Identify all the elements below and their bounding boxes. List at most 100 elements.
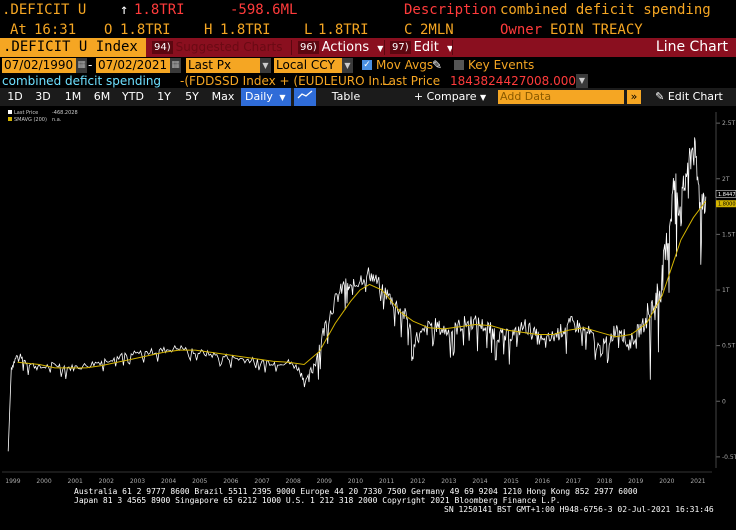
compare-button[interactable]: + Compare ▼ <box>410 88 490 106</box>
x-tick-label: 2020 <box>659 478 674 485</box>
last-price-tag: 1.8447 <box>718 192 736 198</box>
legend-series-value: -468.2028 <box>52 110 78 116</box>
line-style-button[interactable] <box>294 88 316 106</box>
last-price-label: Last Price <box>382 74 441 88</box>
close-value: 2MLN <box>420 22 454 38</box>
price-chart[interactable]: Last Price -468.2028 SMAVG (200) n.a. 1999 2… <box>0 106 736 486</box>
x-tick-label: 2019 <box>628 478 643 485</box>
period-1y-button[interactable]: 1Y <box>153 88 175 106</box>
edit-menu-button[interactable]: 97) Edit ▼ <box>386 38 453 57</box>
chart-type-title: Line Chart <box>655 39 728 55</box>
high-value: 1.8TRI <box>220 22 271 38</box>
y-tick-label: 1.5T <box>722 231 736 238</box>
quote-header: .DEFICIT U ↑ 1.8TRI -598.6ML Description… <box>0 0 736 21</box>
table-button[interactable]: Table <box>324 88 368 106</box>
chart-canvas[interactable]: Last Price -468.2028 SMAVG (200) n.a. 1999 2… <box>0 106 736 486</box>
period-5y-button[interactable]: 5Y <box>181 88 203 106</box>
y-tick-label: 0.5T <box>722 343 736 350</box>
description-value: combined deficit spending <box>500 2 711 18</box>
calendar-icon[interactable]: ▦ <box>76 58 87 73</box>
y-tick-label: -0.5T <box>722 454 736 461</box>
low-label: L <box>304 22 313 38</box>
x-tick-label: 2000 <box>36 478 51 485</box>
period-1m-button[interactable]: 1M <box>60 88 86 106</box>
suggested-charts-button[interactable]: 94) Suggested Charts <box>148 38 290 57</box>
x-tick-label: 2016 <box>535 478 550 485</box>
footer-contacts-line1: Australia 61 2 9777 8600 Brazil 5511 239… <box>74 487 638 496</box>
frequency-select[interactable]: Daily ▼ <box>241 88 291 106</box>
edit-label: Edit <box>413 40 439 55</box>
ticker-symbol: .DEFICIT U <box>2 2 87 18</box>
start-date-input[interactable]: 07/02/1990 <box>2 58 76 73</box>
x-tick-label: 2010 <box>348 478 363 485</box>
command-bar: .DEFICIT U Index 94) Suggested Charts 96)… <box>0 38 736 57</box>
legend-series-name: SMAVG (200) <box>14 117 47 123</box>
x-tick-label: 2007 <box>254 478 269 485</box>
x-tick-label: 2013 <box>441 478 456 485</box>
x-tick-label: 2008 <box>286 478 301 485</box>
double-chevron-right-icon[interactable]: » <box>627 90 641 104</box>
x-tick-label: 2003 <box>130 478 145 485</box>
x-tick-label: 2009 <box>317 478 332 485</box>
period-3d-button[interactable]: 3D <box>30 88 56 106</box>
line-chart-icon <box>297 90 313 99</box>
quote-time: 16:31 <box>34 22 77 38</box>
series-info-bar: combined deficit spending -(FDDSSD Index… <box>0 73 736 89</box>
low-value: 1.8TRI <box>318 22 369 38</box>
suggested-charts-number: 94) <box>152 41 173 54</box>
date-separator: - <box>88 58 93 72</box>
period-max-button[interactable]: Max <box>208 88 238 106</box>
security-field[interactable]: .DEFICIT U Index <box>0 38 146 57</box>
x-tick-label: 2015 <box>504 478 519 485</box>
at-label: At <box>10 22 27 38</box>
chevron-down-icon[interactable]: ▼ <box>260 58 271 73</box>
compare-label: Compare <box>426 90 477 103</box>
key-events-label[interactable]: Key Events <box>468 57 534 74</box>
period-1d-button[interactable]: 1D <box>4 88 26 106</box>
divider <box>452 40 453 55</box>
chevron-down-icon: ▼ <box>377 44 384 53</box>
x-tick-label: 2021 <box>690 478 705 485</box>
net-change: -598.6ML <box>230 2 298 18</box>
chevron-down-icon[interactable]: ▼ <box>342 58 353 73</box>
pencil-icon[interactable]: ✎ <box>432 57 442 74</box>
pencil-icon: ✎ <box>655 90 665 103</box>
mov-avgs-checkbox[interactable]: ✓ <box>362 60 372 70</box>
quote-stats: At 16:31 O 1.8TRI H 1.8TRI L 1.8TRI C 2M… <box>0 21 736 39</box>
x-tick-label: 2002 <box>99 478 114 485</box>
x-tick-label: 2011 <box>379 478 394 485</box>
actions-label: Actions <box>321 40 370 55</box>
actions-number: 96) <box>298 41 319 54</box>
add-data-input[interactable]: Add Data <box>498 90 624 104</box>
period-6m-button[interactable]: 6M <box>89 88 115 106</box>
end-date-input[interactable]: 07/02/2021 <box>96 58 170 73</box>
actions-menu-button[interactable]: 96) Actions ▼ <box>294 38 384 57</box>
footer-contacts-line2: Japan 81 3 4565 8900 Singapore 65 6212 1… <box>74 496 561 505</box>
series-formula[interactable]: -(FDDSSD Index + (EUDLEURO In... <box>180 73 391 89</box>
owner-label: Owner <box>500 22 543 38</box>
high-label: H <box>204 22 213 38</box>
divider <box>291 40 292 55</box>
key-events-checkbox[interactable] <box>454 60 464 70</box>
x-tick-label: 2004 <box>161 478 176 485</box>
suggested-charts-label: Suggested Charts <box>175 40 283 54</box>
last-value: 1.8TRI <box>134 2 185 18</box>
description-label: Description <box>404 2 497 18</box>
period-ytd-button[interactable]: YTD <box>118 88 148 106</box>
plus-icon: + <box>413 90 424 103</box>
edit-chart-button[interactable]: ✎ Edit Chart <box>646 88 732 106</box>
calendar-icon[interactable]: ▦ <box>170 58 181 73</box>
chart-settings-bar: 07/02/1990 ▦ - 07/02/2021 ▦ Last Px ▼ Lo… <box>0 57 736 74</box>
currency-select[interactable]: Local CCY <box>274 58 342 73</box>
last-price-value: 1843824427008.0000 <box>450 74 584 88</box>
chevron-down-icon[interactable]: ▼ <box>576 74 588 88</box>
y-tick-label: 0 <box>722 398 726 405</box>
y-tick-label: 2T <box>722 176 730 183</box>
footer-session-line: SN 1250141 BST GMT+1:00 H948-6756-3 02-J… <box>444 505 714 514</box>
price-field-select[interactable]: Last Px <box>186 58 260 73</box>
owner-value: EOIN TREACY <box>550 22 643 38</box>
close-label: C <box>404 22 413 38</box>
mov-avgs-label[interactable]: Mov Avgs <box>376 57 433 74</box>
chart-toolbar: 1D 3D 1M 6M YTD 1Y 5Y Max Daily ▼ Table … <box>0 88 736 106</box>
x-tick-label: 2018 <box>597 478 612 485</box>
